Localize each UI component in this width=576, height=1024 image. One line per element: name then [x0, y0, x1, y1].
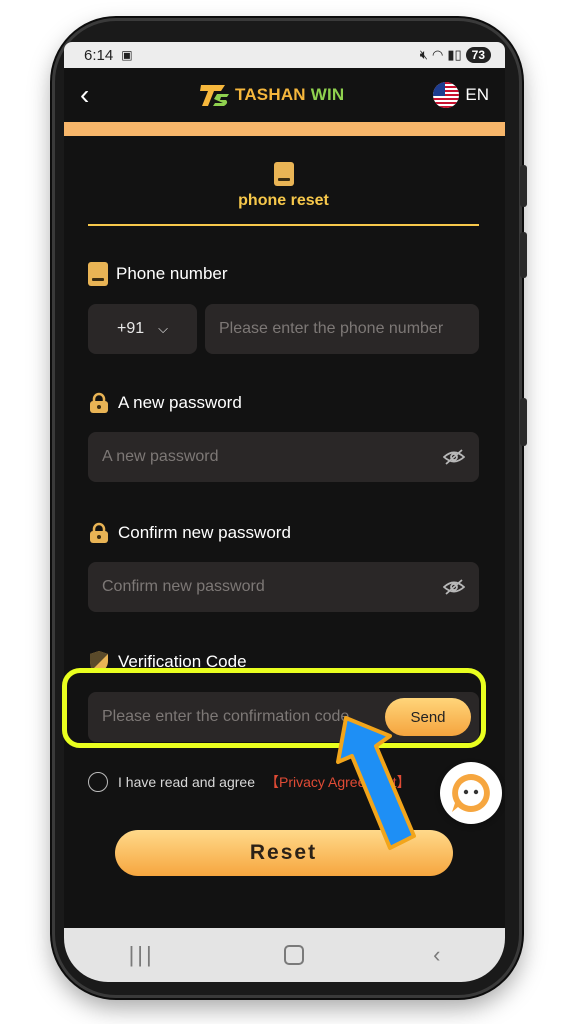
country-code-value: +91 — [117, 320, 145, 337]
volume-button-2 — [520, 232, 527, 278]
logo-mark-icon — [200, 85, 229, 106]
power-button — [520, 398, 527, 446]
us-flag-icon — [433, 82, 460, 108]
screenshot-icon: ▣ — [121, 48, 133, 62]
confirm-password-label-text: Confirm new password — [118, 523, 291, 542]
phone-number-label: Phone number — [88, 262, 479, 286]
wifi-icon: ◠ — [431, 47, 444, 62]
confirm-password-label: Confirm new password — [88, 522, 479, 544]
new-password-label-text: A new password — [118, 393, 242, 412]
app-header: ‹ TASHAN WIN EN — [64, 68, 505, 122]
app-screen: 6:14 ▣ 🔇︎ ◠ ▮▯ 73 ‹ TASHAN WIN EN phone … — [64, 42, 505, 982]
pointer-arrow-icon — [336, 716, 416, 850]
brand-logo: TASHAN WIN — [199, 82, 344, 108]
battery-indicator: 73 — [465, 47, 491, 63]
status-time: 6:14 — [84, 46, 114, 64]
eye-off-icon[interactable] — [443, 448, 465, 466]
phone-icon — [88, 262, 108, 286]
phone-icon — [273, 162, 294, 186]
support-chat-button[interactable] — [440, 762, 502, 824]
chevron-down-icon: ⌵ — [158, 321, 168, 336]
logo-text-win: WIN — [310, 85, 345, 104]
tab-phone-reset[interactable]: phone reset — [88, 136, 479, 210]
home-icon[interactable] — [283, 945, 304, 965]
signal-icon: ▮▯ — [447, 47, 462, 62]
confirm-password-placeholder: Confirm new password — [102, 578, 265, 595]
phone-number-input[interactable]: Please enter the phone number — [205, 304, 479, 354]
tab-underline — [88, 224, 479, 226]
back-arrow-icon[interactable]: ‹ — [80, 81, 110, 109]
confirm-password-input[interactable]: Confirm new password — [88, 562, 479, 612]
new-password-label: A new password — [88, 392, 479, 414]
mute-icon: 🔇︎ — [419, 47, 428, 62]
logo-text-tashan: TASHAN — [235, 85, 306, 104]
agreement-text: I have read and agree — [118, 774, 255, 790]
lock-icon — [90, 392, 108, 413]
language-code: EN — [465, 85, 489, 104]
nav-back-icon[interactable]: ‹ — [433, 942, 440, 968]
phone-number-label-text: Phone number — [116, 264, 228, 283]
language-selector[interactable]: EN — [433, 82, 489, 108]
volume-button — [520, 165, 527, 207]
agreement-checkbox[interactable] — [88, 772, 108, 792]
tab-title: phone reset — [238, 192, 329, 209]
chat-bubble-icon — [452, 774, 490, 812]
status-bar: 6:14 ▣ 🔇︎ ◠ ▮▯ 73 — [64, 42, 505, 68]
lock-icon — [90, 522, 108, 543]
country-code-select[interactable]: +91 ⌵ — [88, 304, 197, 354]
eye-off-icon[interactable] — [443, 578, 465, 596]
header-accent-bar — [64, 122, 505, 136]
new-password-input[interactable]: A new password — [88, 432, 479, 482]
new-password-placeholder: A new password — [102, 448, 219, 465]
system-navigation-bar: ||| ‹ — [64, 928, 505, 982]
recent-apps-icon[interactable]: ||| — [129, 942, 155, 968]
